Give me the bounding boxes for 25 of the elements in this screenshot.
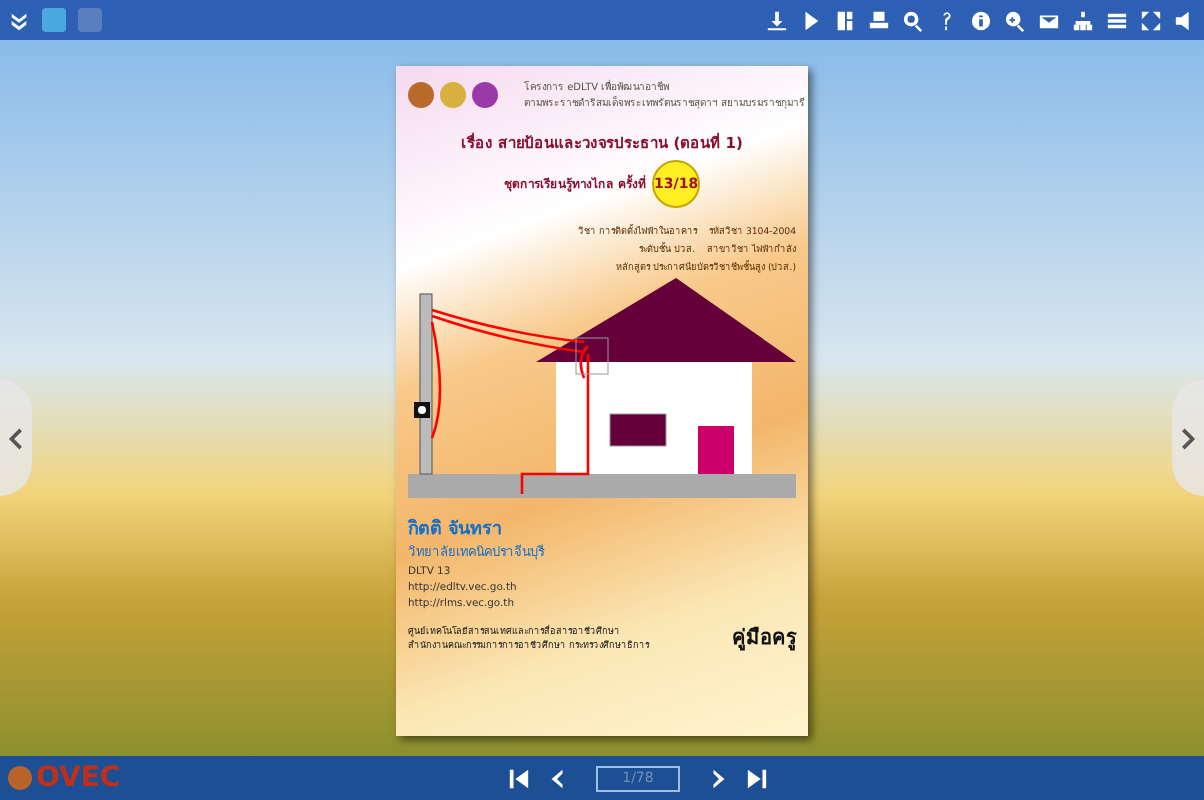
chevron-right-icon — [1176, 427, 1198, 449]
logo-text: OVEC — [36, 762, 121, 794]
chevron-right-icon[interactable] — [708, 767, 730, 789]
chevron-left-icon — [6, 427, 28, 449]
teacher-manual-label: คู่มือครู — [732, 624, 796, 652]
info-icon[interactable] — [970, 9, 992, 31]
list-icon[interactable] — [1106, 9, 1128, 31]
previous-page-button[interactable] — [0, 380, 32, 496]
emblem-icon — [440, 81, 466, 107]
zoom-icon[interactable] — [1004, 9, 1026, 31]
search-icon[interactable] — [902, 9, 924, 31]
emblem-icon — [472, 81, 498, 107]
download-icon[interactable] — [766, 9, 788, 31]
first-page-icon[interactable] — [508, 767, 530, 789]
sitemap-icon[interactable] — [1072, 9, 1094, 31]
chevron-left-icon[interactable] — [546, 767, 568, 789]
emblem-icon — [408, 81, 434, 107]
chevron-down-icon[interactable] — [8, 9, 30, 31]
author-name: กิตติ จันทรา — [408, 516, 505, 542]
print-icon[interactable] — [868, 9, 890, 31]
fullscreen-icon[interactable] — [1140, 9, 1162, 31]
play-icon[interactable] — [800, 9, 822, 31]
seal-icon — [8, 766, 32, 790]
last-page-icon[interactable] — [746, 767, 768, 789]
page-icon[interactable] — [834, 9, 856, 31]
